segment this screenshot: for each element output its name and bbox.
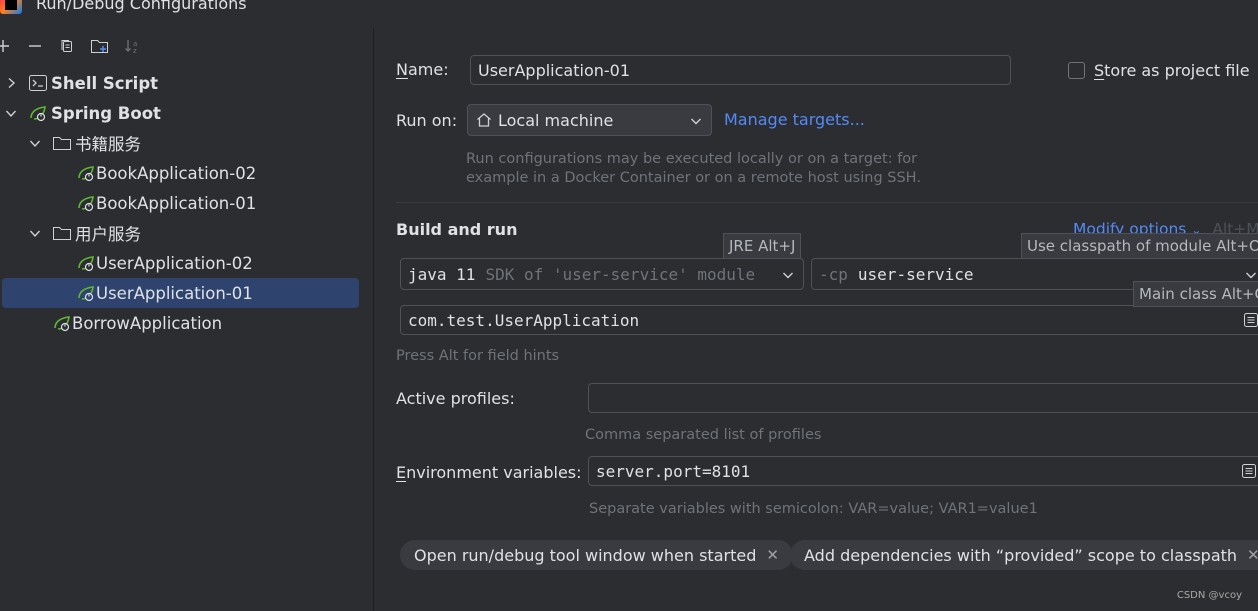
build-and-run-title: Build and run [396, 220, 518, 239]
environment-variables-label: Environment variables: [396, 463, 582, 482]
option-chip-label: Add dependencies with “provided” scope t… [804, 545, 1238, 565]
configuration-form: Name: UserApplication-01 Store as projec… [376, 28, 1258, 611]
tree-node-spring-boot[interactable]: Spring Boot [4, 98, 161, 128]
spring-boot-icon [78, 256, 94, 272]
active-profiles-hint: Comma separated list of profiles [585, 427, 822, 443]
tree-node-label: BorrowApplication [72, 313, 223, 333]
chevron-down-icon[interactable] [28, 136, 42, 150]
manage-targets-link[interactable]: Manage targets... [724, 110, 865, 129]
watermark: CSDN @vcoy [1176, 590, 1242, 601]
run-on-dropdown[interactable]: Local machine [467, 104, 712, 136]
active-profiles-input[interactable] [588, 383, 1258, 413]
tree-node-label: 书籍服务 [75, 135, 141, 154]
spring-boot-icon [78, 166, 94, 182]
spring-boot-icon [54, 316, 70, 332]
remove-icon[interactable] [24, 35, 46, 57]
tree-node-label: 用户服务 [75, 225, 141, 244]
tree-node-book-application-02[interactable]: BookApplication-02 [76, 158, 256, 188]
run-on-label: Run on: [396, 111, 458, 130]
tree-node-borrow-application[interactable]: BorrowApplication [52, 308, 222, 338]
sort-icon[interactable]: az [121, 35, 143, 57]
tree-node-label: BookApplication-02 [96, 163, 257, 183]
option-chip-label: Open run/debug tool window when started [414, 545, 757, 565]
classpath-tooltip: Use classpath of module Alt+O [1021, 233, 1258, 259]
store-as-project-file-checkbox[interactable] [1068, 62, 1085, 79]
main-class-tooltip: Main class Alt+C [1133, 281, 1258, 307]
new-folder-icon[interactable] [89, 35, 111, 57]
jre-value: java 11 [408, 264, 476, 284]
tree-node-label: BookApplication-01 [96, 193, 257, 213]
window-title: Run/Debug Configurations [36, 0, 247, 13]
home-icon [477, 113, 491, 127]
main-class-value: com.test.UserApplication [408, 310, 640, 330]
option-chip-provided-scope[interactable]: Add dependencies with “provided” scope t… [790, 540, 1258, 570]
tree-node-label: Shell Script [51, 73, 159, 93]
chevron-down-icon [783, 272, 793, 279]
field-hints-hint: Press Alt for field hints [396, 348, 560, 364]
jre-dropdown[interactable]: java 11 SDK of 'user-service' module [400, 258, 804, 290]
close-icon[interactable]: ✕ [766, 546, 779, 564]
store-as-project-file-label[interactable]: Store as project file [1094, 61, 1250, 80]
chevron-right-icon[interactable] [4, 76, 18, 90]
run-on-hint-line-2: example in a Docker Container or on a re… [466, 170, 921, 186]
environment-variables-input[interactable]: server.port=8101 [588, 456, 1258, 486]
tree-node-user-application-02[interactable]: UserApplication-02 [76, 248, 253, 278]
tree-node-shell-script[interactable]: Shell Script [4, 68, 158, 98]
tree-node-user-application-01[interactable]: UserApplication-01 [2, 278, 359, 308]
tree-node-book-application-01[interactable]: BookApplication-01 [76, 188, 256, 218]
add-icon[interactable] [0, 35, 14, 57]
option-chip-open-tool-window[interactable]: Open run/debug tool window when started … [400, 540, 793, 570]
name-input-value: UserApplication-01 [478, 60, 630, 80]
tree-node-folder-books[interactable]: 书籍服务 [28, 128, 141, 158]
spring-boot-icon [78, 286, 94, 302]
folder-icon [53, 137, 71, 150]
run-on-hint-line-1: Run configurations may be executed local… [466, 151, 918, 167]
terminal-icon [29, 75, 47, 91]
name-label: Name: [396, 60, 449, 79]
tree-toolbar: az [0, 32, 374, 60]
chevron-down-icon[interactable] [4, 106, 18, 120]
active-profiles-label: Active profiles: [396, 389, 515, 408]
divider [396, 202, 1258, 203]
environment-variables-hint: Separate variables with semicolon: VAR=v… [589, 501, 1038, 517]
title-bar: Run/Debug Configurations [0, 0, 1258, 28]
name-input[interactable]: UserApplication-01 [470, 55, 1011, 85]
tree-node-label: UserApplication-01 [96, 283, 253, 303]
jre-detail: SDK of 'user-service' module [485, 264, 756, 284]
folder-icon [53, 227, 71, 240]
jre-tooltip: JRE Alt+J [723, 233, 802, 259]
tree-node-label: UserApplication-02 [96, 253, 253, 273]
close-icon[interactable]: ✕ [1247, 546, 1258, 564]
configurations-panel: az Shell Script Spring Boot 书籍服务 BookApp… [0, 28, 374, 611]
chevron-down-icon[interactable] [28, 226, 42, 240]
copy-icon[interactable] [56, 35, 78, 57]
chevron-down-icon [1246, 272, 1256, 279]
classpath-flag: -cp [819, 264, 848, 284]
classpath-value: user-service [857, 264, 974, 284]
expand-field-icon[interactable] [1241, 463, 1257, 479]
intellij-logo-icon [0, 0, 22, 14]
spring-boot-icon [78, 196, 94, 212]
run-on-value: Local machine [498, 110, 614, 130]
tree-node-folder-users[interactable]: 用户服务 [28, 218, 141, 248]
main-class-input[interactable]: com.test.UserApplication [400, 305, 1258, 335]
spring-boot-icon [30, 106, 46, 122]
tree-node-label: Spring Boot [51, 103, 161, 123]
environment-variables-value: server.port=8101 [596, 461, 751, 481]
svg-text:z: z [133, 47, 137, 55]
expand-field-icon[interactable] [1243, 312, 1258, 328]
chevron-down-icon [691, 118, 701, 125]
